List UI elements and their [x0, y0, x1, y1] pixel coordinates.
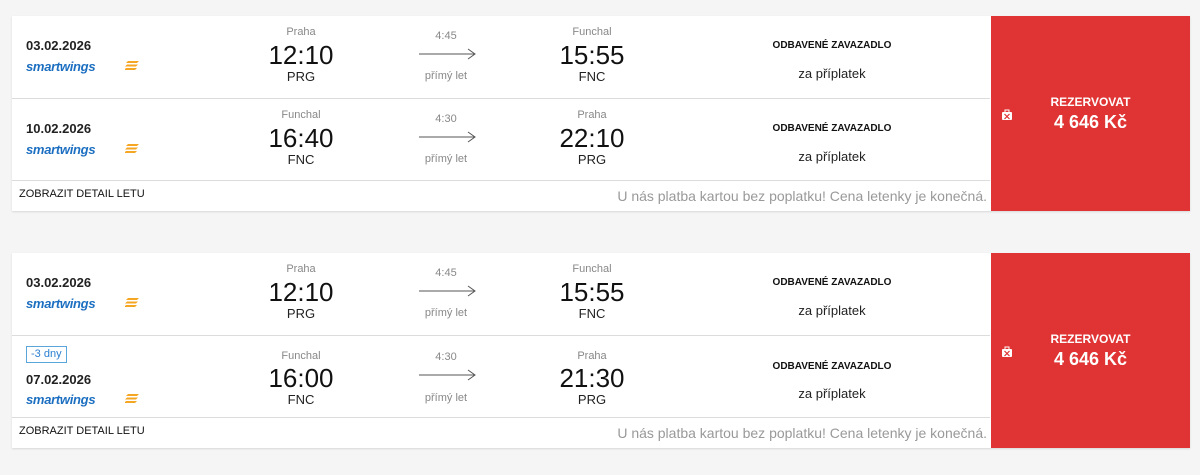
baggage-title: ODBAVENÉ ZAVAZADLO — [772, 123, 892, 134]
departure-city: Funchal — [281, 350, 321, 362]
baggage-note: za příplatek — [798, 66, 866, 81]
smartwings-logo-icon — [125, 298, 139, 307]
flight-duration: 4:45 — [435, 30, 457, 42]
arrival-airport-code: PRG — [577, 152, 607, 167]
payment-note: U nás platba kartou bez poplatku! Cena l… — [617, 188, 987, 204]
baggage-title: ODBAVENÉ ZAVAZADLO — [772, 40, 892, 51]
arrival-city: Praha — [577, 109, 607, 121]
arrival-airport-code: FNC — [578, 306, 606, 321]
show-flight-detail-link[interactable]: ZOBRAZIT DETAIL LETU — [19, 188, 145, 200]
flight-duration: 4:45 — [435, 267, 457, 279]
book-label: REZERVOVAT — [1050, 332, 1131, 346]
baggage-title: ODBAVENÉ ZAVAZADLO — [772, 361, 892, 372]
flight-offer-card: 03.02.2026 smartwings Praha 12:10 PRG 4:… — [12, 16, 1190, 211]
flight-date: 03.02.2026 — [26, 275, 92, 290]
return-segment: -3 dny 07.02.2026 smartwings Funchal 16:… — [12, 335, 990, 417]
book-button[interactable]: REZERVOVAT 4 646 Kč — [991, 16, 1190, 211]
flight-date: 07.02.2026 — [26, 372, 92, 387]
departure-time: 16:40 — [268, 123, 334, 153]
direct-flight-label: přímý let — [424, 307, 468, 319]
smartwings-logo-icon — [125, 144, 139, 153]
departure-airport-code: PRG — [286, 306, 316, 321]
airline-logo: smartwings — [26, 296, 139, 311]
arrival-time: 15:55 — [559, 40, 625, 70]
flight-offer-card: 03.02.2026 smartwings Praha 12:10 PRG 4:… — [12, 253, 1190, 448]
offer-footer: ZOBRAZIT DETAIL LETU U nás platba kartou… — [12, 180, 990, 211]
flight-duration: 4:30 — [435, 113, 457, 125]
arrival-time: 15:55 — [559, 277, 625, 307]
offer-price: 4 646 Kč — [1053, 349, 1128, 369]
baggage-title: ODBAVENÉ ZAVAZADLO — [772, 277, 892, 288]
departure-airport-code: PRG — [286, 69, 316, 84]
departure-time: 12:10 — [268, 40, 334, 70]
arrival-city: Funchal — [572, 26, 612, 38]
arrival-airport-code: FNC — [578, 69, 606, 84]
arrival-time: 21:30 — [559, 363, 625, 393]
airline-logo: smartwings — [26, 392, 139, 407]
baggage-note: za příplatek — [798, 386, 866, 401]
flight-duration: 4:30 — [435, 351, 457, 363]
departure-airport-code: FNC — [287, 152, 315, 167]
show-flight-detail-link[interactable]: ZOBRAZIT DETAIL LETU — [19, 425, 145, 437]
baggage-note: za příplatek — [798, 303, 866, 318]
direct-flight-label: přímý let — [424, 70, 468, 82]
departure-city: Praha — [286, 26, 316, 38]
flight-date: 03.02.2026 — [26, 38, 92, 53]
return-segment: 10.02.2026 smartwings Funchal 16:40 FNC … — [12, 98, 990, 180]
departure-city: Funchal — [281, 109, 321, 121]
baggage-note: za příplatek — [798, 149, 866, 164]
departure-time: 12:10 — [268, 277, 334, 307]
direct-flight-label: přímý let — [424, 153, 468, 165]
arrow-right-icon — [419, 369, 476, 381]
arrow-right-icon — [419, 131, 476, 143]
departure-time: 16:00 — [268, 363, 334, 393]
book-button[interactable]: REZERVOVAT 4 646 Kč — [991, 253, 1190, 448]
arrival-airport-code: PRG — [577, 392, 607, 407]
departure-airport-code: FNC — [287, 392, 315, 407]
airline-logo: smartwings — [26, 142, 139, 157]
outbound-segment: 03.02.2026 smartwings Praha 12:10 PRG 4:… — [12, 16, 990, 98]
book-label: REZERVOVAT — [1050, 95, 1131, 109]
departure-city: Praha — [286, 263, 316, 275]
offer-footer: ZOBRAZIT DETAIL LETU U nás platba kartou… — [12, 417, 990, 448]
day-shift-badge: -3 dny — [26, 346, 67, 363]
arrival-city: Praha — [577, 350, 607, 362]
airline-logo: smartwings — [26, 59, 139, 74]
offer-price: 4 646 Kč — [1053, 112, 1128, 132]
arrow-right-icon — [419, 48, 476, 60]
payment-note: U nás platba kartou bez poplatku! Cena l… — [617, 425, 987, 441]
arrival-city: Funchal — [572, 263, 612, 275]
smartwings-logo-icon — [125, 394, 139, 403]
outbound-segment: 03.02.2026 smartwings Praha 12:10 PRG 4:… — [12, 253, 990, 335]
arrow-right-icon — [419, 285, 476, 297]
smartwings-logo-icon — [125, 61, 139, 70]
direct-flight-label: přímý let — [424, 392, 468, 404]
flight-date: 10.02.2026 — [26, 121, 92, 136]
arrival-time: 22:10 — [559, 123, 625, 153]
